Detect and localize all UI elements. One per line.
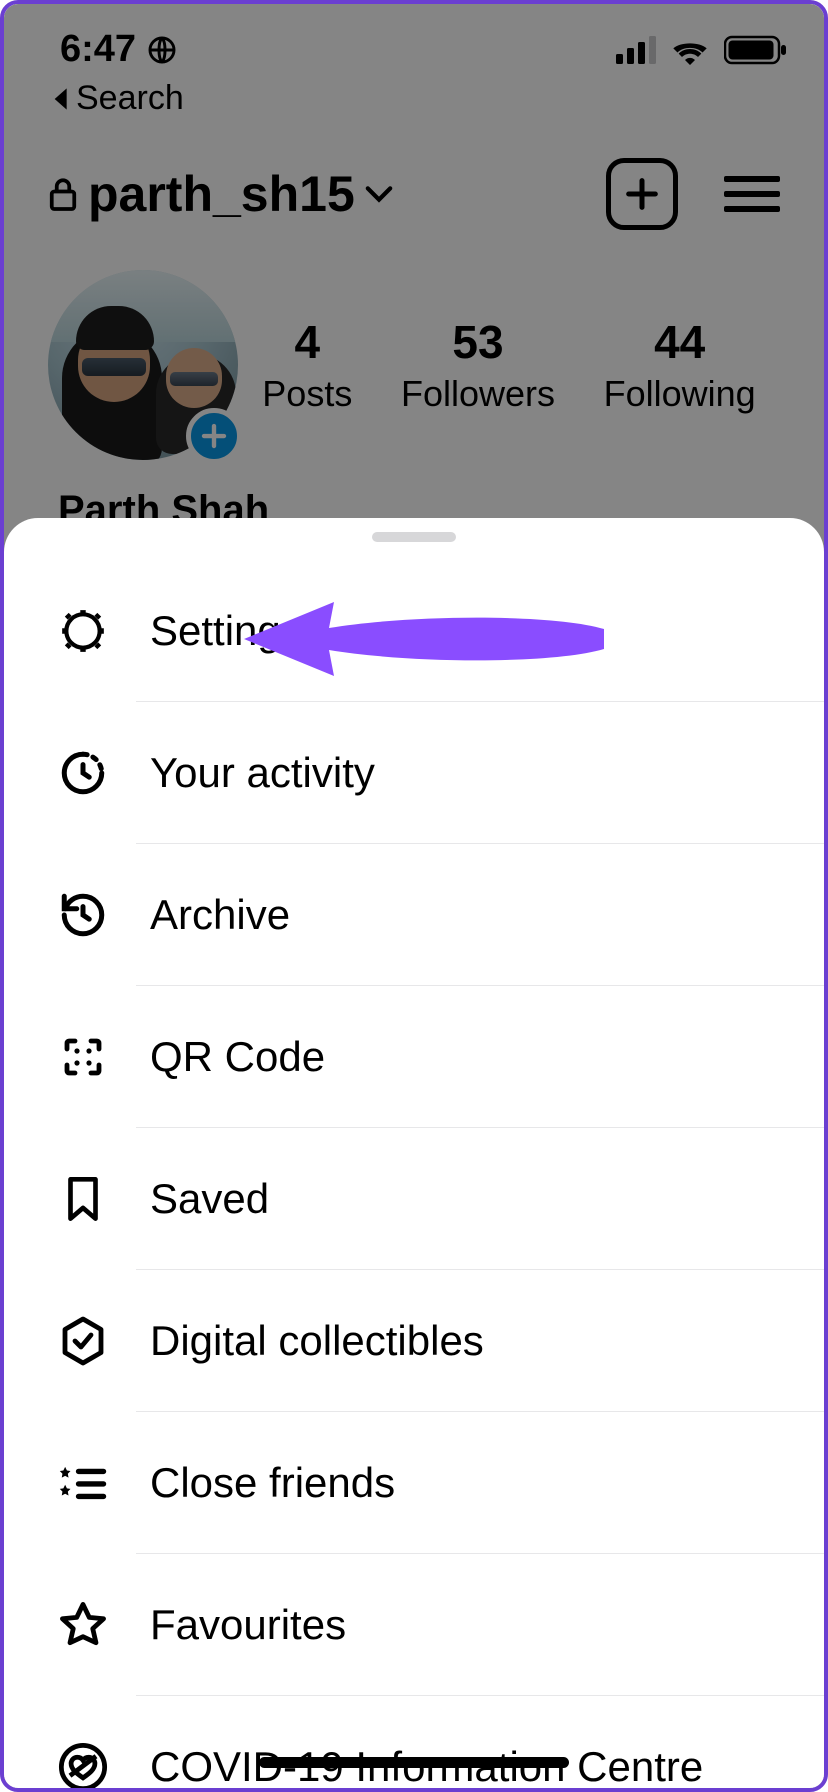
hexagon-check-icon — [56, 1314, 110, 1368]
bookmark-icon — [56, 1172, 110, 1226]
archive-history-icon — [56, 888, 110, 942]
heart-circle-icon — [56, 1740, 110, 1792]
menu-label: Favourites — [150, 1601, 346, 1649]
menu-label: Your activity — [150, 749, 375, 797]
activity-clock-icon — [56, 746, 110, 800]
menu-label: Close friends — [150, 1459, 395, 1507]
menu-item-close-friends[interactable]: Close friends — [4, 1412, 824, 1554]
menu-label: QR Code — [150, 1033, 325, 1081]
menu-item-saved[interactable]: Saved — [4, 1128, 824, 1270]
menu-item-digital-collectibles[interactable]: Digital collectibles — [4, 1270, 824, 1412]
menu-item-favourites[interactable]: Favourites — [4, 1554, 824, 1696]
menu-label: Archive — [150, 891, 290, 939]
menu-label: Settings — [150, 607, 302, 655]
sheet-grabber[interactable] — [372, 532, 456, 542]
star-icon — [56, 1598, 110, 1652]
home-indicator[interactable] — [259, 1757, 569, 1768]
menu-list: Settings Your activity — [4, 560, 824, 1792]
qr-code-icon — [56, 1030, 110, 1084]
profile-menu-sheet: Settings Your activity — [4, 518, 824, 1788]
menu-item-qr-code[interactable]: QR Code — [4, 986, 824, 1128]
menu-item-archive[interactable]: Archive — [4, 844, 824, 986]
menu-label: Saved — [150, 1175, 269, 1223]
menu-item-settings[interactable]: Settings — [4, 560, 824, 702]
menu-item-covid-info[interactable]: COVID-19 Information Centre — [4, 1696, 824, 1792]
menu-item-your-activity[interactable]: Your activity — [4, 702, 824, 844]
menu-label: Digital collectibles — [150, 1317, 484, 1365]
close-friends-list-icon — [56, 1456, 110, 1510]
settings-gear-icon — [56, 604, 110, 658]
